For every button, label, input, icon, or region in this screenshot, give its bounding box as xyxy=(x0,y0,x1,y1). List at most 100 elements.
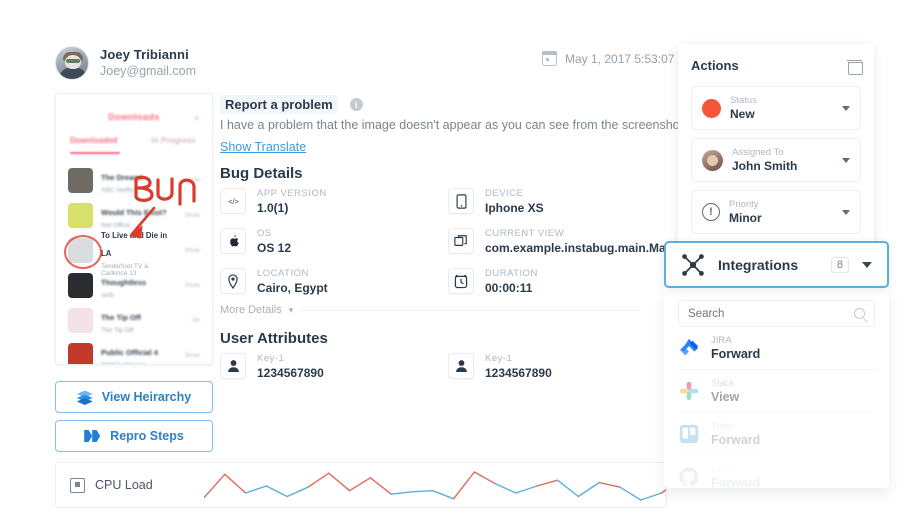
list-item-meta: Show xyxy=(184,282,200,290)
action-status[interactable]: Status New xyxy=(691,86,861,130)
list-item-meta: Show xyxy=(184,352,200,360)
user-icon xyxy=(448,353,474,379)
user-attribute-item: Key-1 1234567890 xyxy=(220,353,324,381)
chevron-down-icon[interactable] xyxy=(842,157,850,163)
repro-steps-button[interactable]: Repro Steps xyxy=(55,420,213,452)
report-date-text: May 1, 2017 5:53:07 PM xyxy=(565,51,696,66)
action-assignee[interactable]: Assigned To John Smith xyxy=(691,138,861,182)
calendar-icon xyxy=(541,50,558,66)
reporter-name: Joey Tribianni xyxy=(100,47,189,62)
report-title: Report a problem xyxy=(220,95,338,114)
priority-label: Priority xyxy=(729,199,759,210)
apple-icon xyxy=(220,228,246,254)
chevron-down-icon[interactable] xyxy=(842,105,850,111)
bug-report-page: Joey Tribianni Joey@gmail.com May 1, 201… xyxy=(0,0,918,532)
integration-name: Slack xyxy=(711,377,735,389)
status-value: New xyxy=(730,107,755,121)
screenshot-app-title: Downloads xyxy=(108,112,160,122)
list-item-subtitle: WBEZ Chicago xyxy=(101,362,158,364)
action-priority[interactable]: ! Priority Minor xyxy=(691,190,861,234)
reporter-email: Joey@gmail.com xyxy=(100,64,197,78)
chevron-down-icon: ▾ xyxy=(288,304,294,315)
list-item-title: Would This Exist? xyxy=(101,208,167,218)
screenshot-tab-underline xyxy=(70,152,120,155)
list-item-title: The Tip Off xyxy=(101,313,141,323)
phone-icon xyxy=(448,188,474,214)
trello-icon xyxy=(678,423,700,445)
list-item-subtitle: serb xyxy=(101,292,114,300)
list-item-subtitle: The Tip Off xyxy=(101,327,134,335)
integration-item[interactable]: JIRA Forward xyxy=(678,327,875,370)
svg-text:</>: </> xyxy=(228,197,239,206)
integrations-toggle[interactable]: Integrations 8 xyxy=(664,241,889,288)
integration-action: View xyxy=(711,389,740,404)
user-icon xyxy=(220,353,246,379)
integrations-list: JIRA Forward Slack View Trello Forward Github F… xyxy=(678,327,875,488)
status-dot-icon xyxy=(702,98,721,118)
divider xyxy=(300,309,640,311)
bug-details-title: Bug Details xyxy=(220,165,303,182)
attribute-label: Key-1 xyxy=(257,353,285,364)
location-pin-icon xyxy=(220,268,246,294)
avatar-icon xyxy=(702,149,723,171)
integration-item[interactable]: Github Forward xyxy=(678,456,875,488)
detail-label: APP VERSION xyxy=(257,188,327,199)
view-hierarchy-button[interactable]: View Heirarchy xyxy=(55,381,213,413)
list-item-meta: Show xyxy=(184,212,200,220)
slack-icon xyxy=(678,380,700,402)
screenshot-list-item: Thoughtless serb Show xyxy=(56,268,212,303)
user-attributes-title: User Attributes xyxy=(220,330,328,347)
integration-item[interactable]: Trello Forward xyxy=(678,413,875,456)
screenshot-list-item: Public Official 4 WBEZ Chicago Show xyxy=(56,338,212,364)
attribute-value: 1234567890 xyxy=(485,366,552,380)
list-item-subtitle: ABC Netflix xyxy=(101,187,135,195)
search-icon xyxy=(854,308,865,319)
integration-name: JIRA xyxy=(711,334,732,346)
cpu-load-sparkline xyxy=(204,471,666,501)
cpu-load-label: CPU Load xyxy=(95,478,153,492)
screenshot-tab-downloaded: Downloaded xyxy=(70,136,118,145)
chevron-down-icon[interactable] xyxy=(842,209,850,215)
list-item-thumbnail xyxy=(68,168,93,194)
more-details-toggle[interactable]: More Details ▾ xyxy=(220,304,640,316)
integrations-search[interactable] xyxy=(678,300,875,327)
detail-value: Iphone XS xyxy=(485,201,544,215)
list-item-title: Public Official 4 xyxy=(101,348,158,358)
reporter-header: Joey Tribianni Joey@gmail.com xyxy=(55,46,196,80)
screenshot-thumbnail[interactable]: Downloads × Downloaded In Progress The D… xyxy=(55,93,213,365)
priority-value: Minor xyxy=(729,211,762,225)
show-translate-link[interactable]: Show Translate xyxy=(220,140,306,154)
report-description: I have a problem that the image doesn't … xyxy=(220,118,687,132)
list-item-meta: On xyxy=(191,177,200,185)
screenshot-list-item: Would This Exist? Nat Office Show xyxy=(56,198,212,233)
detail-value: Cairo, Egypt xyxy=(257,281,328,295)
detail-label: OS xyxy=(257,228,272,239)
detail-value: OS 12 xyxy=(257,241,292,255)
integration-name: Github xyxy=(711,463,739,475)
screenshot-tabs: Downloaded In Progress xyxy=(56,136,212,145)
window-icon xyxy=(448,228,474,254)
report-header: Report a problem i xyxy=(220,95,363,114)
list-item-meta: On xyxy=(191,317,200,325)
list-item-title: Thoughtless xyxy=(101,278,147,288)
integration-item[interactable]: Slack View xyxy=(678,370,875,413)
view-hierarchy-label: View Heirarchy xyxy=(101,390,192,404)
bug-detail-item: LOCATION Cairo, Egypt xyxy=(220,268,328,296)
info-icon[interactable]: i xyxy=(349,98,363,111)
user-attribute-item: Key-1 1234567890 xyxy=(448,353,552,381)
list-item-thumbnail xyxy=(68,203,93,229)
assigned-to-value: John Smith xyxy=(732,159,798,173)
play-steps-icon xyxy=(84,430,101,442)
github-icon xyxy=(678,466,700,488)
screenshot-tab-inprogress: In Progress xyxy=(151,136,196,145)
chevron-down-icon[interactable] xyxy=(862,261,872,268)
search-input[interactable] xyxy=(688,307,848,320)
list-item-title: To Live and Die in LA xyxy=(101,230,168,258)
integrations-panel: JIRAForwardSlackViewTrelloForwardGithubF… xyxy=(664,288,889,488)
trash-icon[interactable] xyxy=(847,59,863,75)
cpu-load-card: CPU Load xyxy=(55,462,667,508)
list-item-thumbnail xyxy=(68,343,93,364)
assigned-to-label: Assigned To xyxy=(732,147,784,158)
actions-panel: Actions Status New Assigned To John Smit… xyxy=(678,44,874,262)
jira-icon xyxy=(678,337,700,359)
